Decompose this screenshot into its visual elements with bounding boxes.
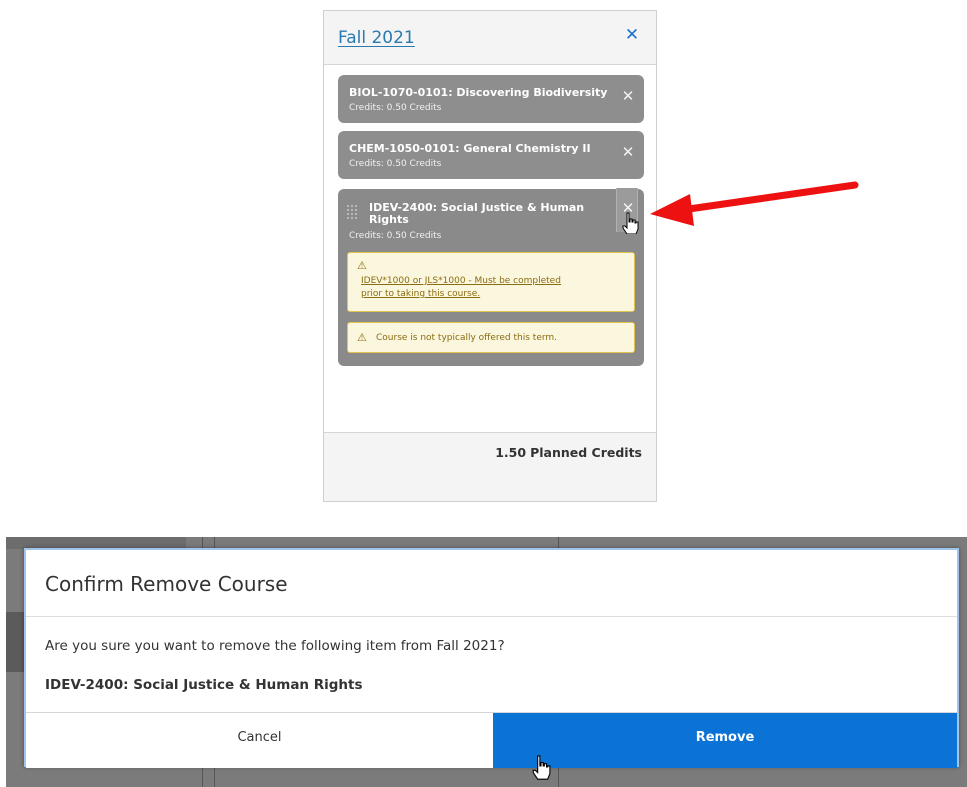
- warning-icon: ⚠: [357, 259, 367, 272]
- term-header: Fall 2021 ✕: [324, 11, 656, 65]
- prerequisite-link-line2[interactable]: prior to taking this course.: [361, 288, 480, 301]
- term-panel: Fall 2021 ✕ BIOL-1070-0101: Discovering …: [323, 10, 657, 502]
- remove-course-icon[interactable]: ✕: [620, 88, 636, 104]
- term-title-link[interactable]: Fall 2021: [338, 28, 415, 48]
- hand-cursor-icon: [622, 212, 639, 234]
- annotation-arrow-icon: [650, 181, 859, 226]
- offering-warning-text: Course is not typically offered this ter…: [376, 333, 558, 343]
- course-credits: Credits: 0.50 Credits: [349, 159, 442, 169]
- dialog-title: Confirm Remove Course: [45, 572, 288, 596]
- course-card-chem[interactable]: CHEM-1050-0101: General Chemistry II Cre…: [338, 131, 644, 179]
- term-footer: 1.50 Planned Credits: [324, 432, 656, 501]
- prerequisite-link-line1[interactable]: IDEV*1000 or JLS*1000 - Must be complete…: [361, 275, 561, 288]
- planned-credits-value: 1.50: [495, 445, 527, 460]
- dialog-button-row: Cancel Remove: [26, 712, 957, 768]
- planned-credits-label: Planned Credits: [530, 445, 642, 460]
- course-title-line2: Rights: [369, 213, 409, 226]
- course-card-biol[interactable]: BIOL-1070-0101: Discovering Biodiversity…: [338, 75, 644, 123]
- dialog-item-name: IDEV-2400: Social Justice & Human Rights: [45, 677, 363, 693]
- course-card-idev[interactable]: IDEV-2400: Social Justice & Human Rights…: [338, 188, 644, 366]
- warning-icon: ⚠: [357, 331, 367, 344]
- offering-warning: ⚠ Course is not typically offered this t…: [347, 322, 635, 353]
- cancel-button[interactable]: Cancel: [26, 713, 493, 768]
- course-credits: Credits: 0.50 Credits: [349, 103, 442, 113]
- background-panel: [6, 612, 24, 672]
- course-list: BIOL-1070-0101: Discovering Biodiversity…: [324, 65, 656, 437]
- course-title: BIOL-1070-0101: Discovering Biodiversity: [349, 86, 608, 99]
- dialog-divider: [26, 616, 957, 617]
- course-title: CHEM-1050-0101: General Chemistry II: [349, 142, 591, 155]
- course-credits: Credits: 0.50 Credits: [349, 231, 442, 241]
- prerequisite-warning: ⚠ IDEV*1000 or JLS*1000 - Must be comple…: [347, 252, 635, 312]
- planned-credits: 1.50 Planned Credits: [495, 445, 642, 460]
- dialog-question: Are you sure you want to remove the foll…: [45, 638, 505, 654]
- hand-cursor-icon: [532, 755, 551, 780]
- close-icon[interactable]: ✕: [622, 25, 642, 45]
- drag-handle-icon[interactable]: [346, 204, 358, 221]
- confirm-remove-dialog: Confirm Remove Course Are you sure you w…: [24, 548, 959, 768]
- remove-course-icon[interactable]: ✕: [620, 144, 636, 160]
- remove-button[interactable]: Remove: [493, 713, 957, 768]
